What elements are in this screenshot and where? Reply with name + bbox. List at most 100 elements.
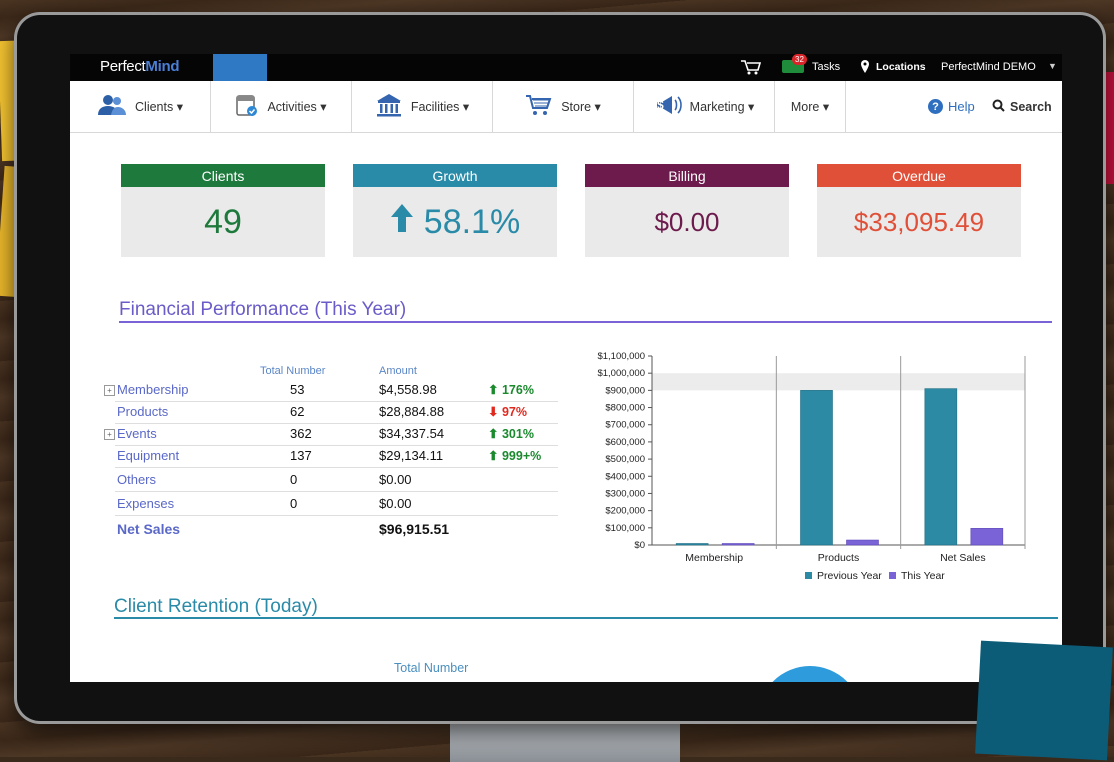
bar-this-year <box>846 539 879 546</box>
row-total: 62 <box>290 404 305 419</box>
bar-this-year <box>721 543 755 546</box>
bar-previous-year <box>800 390 833 546</box>
bar-previous-year <box>924 388 958 546</box>
y-tick-label: $200,000 <box>605 506 645 517</box>
chevron-down-icon[interactable]: ▼ <box>1048 61 1057 71</box>
row-change: ⬆ 301% <box>488 426 534 441</box>
row-label[interactable]: Events <box>117 426 157 441</box>
bar-chart: $0 $100,000 $200,000 $300,000 $400,000 $500,0… <box>597 351 1026 582</box>
row-label[interactable]: Others <box>117 472 156 487</box>
locations-link[interactable]: Locations <box>876 61 926 73</box>
tasks-link[interactable]: Tasks <box>812 61 840 73</box>
help-link[interactable]: ? Help <box>928 99 975 114</box>
help-icon: ? <box>928 99 943 114</box>
financial-chart: $0 $100,000 $200,000 $300,000 $400,000 $500,0… <box>580 346 1050 586</box>
y-tick-label: $800,000 <box>605 403 645 414</box>
kpi-value-wrap: 58.1% <box>353 187 557 257</box>
x-tick-label: Membership <box>685 552 743 564</box>
kpi-title: Overdue <box>817 164 1021 187</box>
users-icon <box>97 94 127 119</box>
net-sales-row: Net Sales $96,915.51 <box>115 518 558 540</box>
row-total: 0 <box>290 472 298 487</box>
nav-store[interactable]: Store ▾ <box>493 81 634 132</box>
kpi-card-clients[interactable]: Clients 49 <box>121 164 325 257</box>
row-amount: $34,337.54 <box>379 426 445 441</box>
logo-text-mind: Mind <box>145 58 180 75</box>
cart-icon <box>525 94 553 119</box>
row-label[interactable]: Equipment <box>117 448 179 463</box>
net-sales-label: Net Sales <box>117 521 181 537</box>
retention-pie-chart <box>758 666 862 682</box>
row-change-value: 301% <box>501 427 534 441</box>
arrow-down-icon: ⬇ <box>488 405 499 419</box>
section-divider <box>119 321 1052 323</box>
y-tick-label: $500,000 <box>605 454 645 465</box>
bar-previous-year <box>675 543 709 546</box>
row-change: ⬇ 97% <box>488 404 527 419</box>
sticky-note-teal <box>975 640 1113 761</box>
legend-label: This Year <box>901 570 945 582</box>
search-icon <box>992 99 1005 115</box>
search-label: Search <box>1010 100 1052 114</box>
nav-more[interactable]: More ▾ <box>775 81 846 132</box>
location-pin-icon <box>860 60 870 76</box>
main-nav: Clients ▾ Activities ▾ Facilities ▾ Stor… <box>70 81 1062 133</box>
search-button[interactable]: Search <box>992 99 1052 115</box>
svg-text:$: $ <box>657 98 664 112</box>
kpi-card-growth[interactable]: Growth 58.1% <box>353 164 557 257</box>
kpi-value: $0.00 <box>654 206 720 237</box>
table-row: Expenses 0 $0.00 <box>115 493 558 516</box>
x-tick-label: Net Sales <box>940 552 986 564</box>
logo-text-perfect: Perfect <box>100 58 146 75</box>
table-row[interactable]: + Membership 53 $4,558.98 ⬆ 176% <box>104 379 558 402</box>
row-change-value: 176% <box>501 383 534 397</box>
row-label[interactable]: Expenses <box>117 496 174 511</box>
row-label[interactable]: Membership <box>117 382 189 397</box>
tasks-badge: 32 <box>792 54 807 65</box>
nav-clients-label: Clients ▾ <box>135 100 183 114</box>
financial-performance-title: Financial Performance (This Year) <box>119 299 407 320</box>
table-row: Equipment 137 $29,134.11 ⬆ 999+% <box>115 445 558 468</box>
row-change-value: 999+% <box>501 449 542 463</box>
y-tick-label: $1,000,000 <box>597 368 645 379</box>
x-tick-label: Products <box>818 552 859 564</box>
kpi-card-overdue[interactable]: Overdue $33,095.49 <box>817 164 1021 257</box>
plot-band <box>652 373 1025 391</box>
app-logo[interactable]: PerfectMind <box>100 58 180 75</box>
row-total: 53 <box>290 382 305 397</box>
y-tick-label: $400,000 <box>605 471 645 482</box>
row-label[interactable]: Products <box>117 404 168 419</box>
table-row[interactable]: + Events 362 $34,337.54 ⬆ 301% <box>104 423 558 446</box>
col-header-amount: Amount <box>379 365 417 377</box>
expand-icon[interactable]: + <box>104 429 115 440</box>
y-tick-label: $300,000 <box>605 488 645 499</box>
nav-clients[interactable]: Clients ▾ <box>70 81 211 132</box>
account-menu[interactable]: PerfectMind DEMO <box>941 61 1036 73</box>
legend-swatch <box>889 572 896 579</box>
bar-this-year <box>970 528 1004 546</box>
calendar-check-icon <box>235 93 259 120</box>
row-change-value: 97% <box>501 405 527 419</box>
arrow-up-icon: ⬆ <box>488 427 499 441</box>
legend-swatch <box>805 572 812 579</box>
client-retention-title: Client Retention (Today) <box>114 596 318 617</box>
cart-icon[interactable] <box>740 59 762 75</box>
row-amount: $0.00 <box>379 496 412 511</box>
app-screen: PerfectMind 32 Tasks Locations PerfectMi… <box>70 54 1062 682</box>
kpi-title: Growth <box>353 164 557 187</box>
table-row: Products 62 $28,884.88 ⬇ 97% <box>115 401 558 424</box>
retention-col-total: Total Number <box>394 661 469 675</box>
nav-store-label: Store ▾ <box>561 100 601 114</box>
y-tick-label: $0 <box>634 540 645 551</box>
nav-activities-label: Activities ▾ <box>267 100 327 114</box>
nav-marketing[interactable]: $ Marketing ▾ <box>634 81 775 132</box>
y-tick-label: $600,000 <box>605 437 645 448</box>
nav-activities[interactable]: Activities ▾ <box>211 81 352 132</box>
megaphone-icon: $ <box>654 94 682 119</box>
row-total: 137 <box>290 448 312 463</box>
kpi-card-billing[interactable]: Billing $0.00 <box>585 164 789 257</box>
kpi-value: 49 <box>204 202 242 241</box>
plot-area <box>652 390 1025 545</box>
expand-icon[interactable]: + <box>104 385 115 396</box>
nav-facilities[interactable]: Facilities ▾ <box>352 81 493 132</box>
